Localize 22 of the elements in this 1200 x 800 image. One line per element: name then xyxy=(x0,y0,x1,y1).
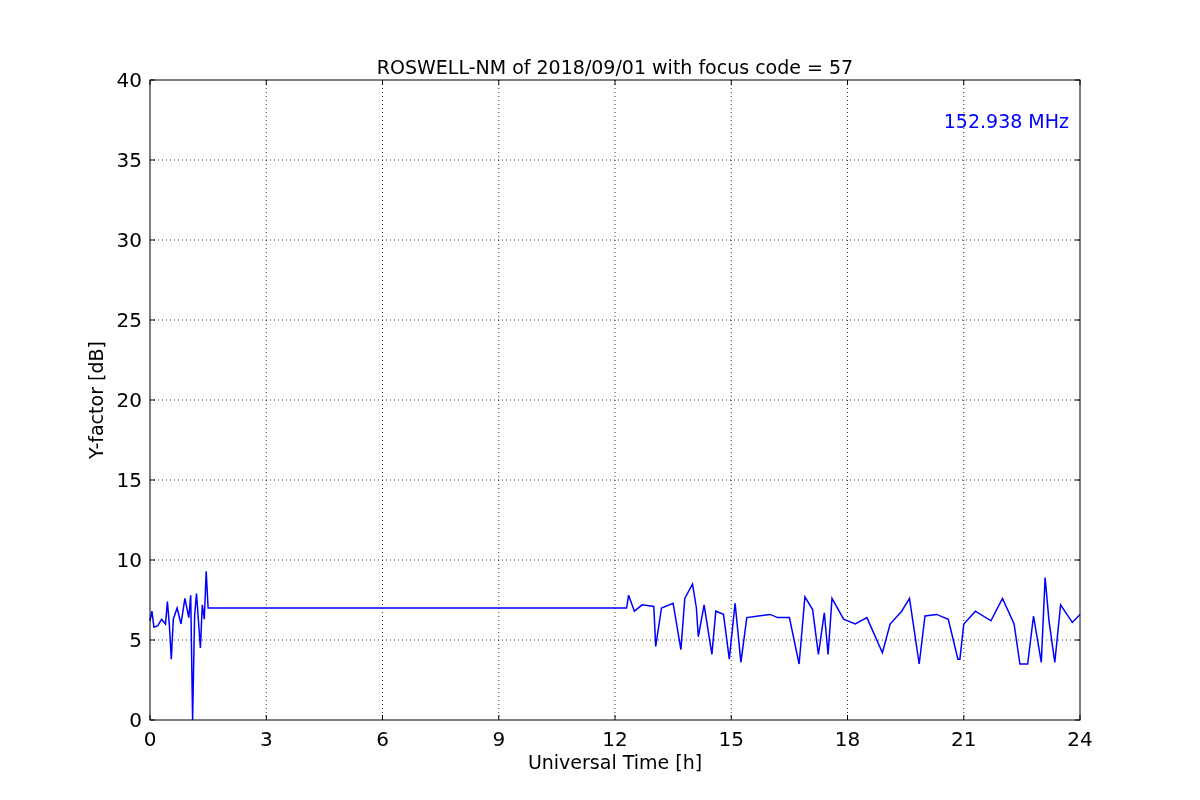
y-tick-label: 35 xyxy=(116,148,142,172)
y-tick-label: 5 xyxy=(129,628,142,652)
x-tick-label: 6 xyxy=(376,727,389,751)
x-tick-label: 0 xyxy=(143,727,157,751)
chart-title: ROSWELL-NM of 2018/09/01 with focus code = 57 xyxy=(376,56,854,78)
x-axis-label: Universal Time [h] xyxy=(527,751,703,773)
frequency-annotation: 152.938 MHz xyxy=(943,110,1069,132)
y-tick-label: 10 xyxy=(116,548,142,572)
x-tick-label: 9 xyxy=(492,727,506,751)
x-tick-label: 21 xyxy=(951,727,977,751)
y-tick-label: 25 xyxy=(116,308,142,332)
y-axis-label: Y-factor [dB] xyxy=(85,341,107,459)
y-tick-label: 40 xyxy=(116,68,142,92)
y-tick-label: 0 xyxy=(129,708,142,732)
x-tick-label: 15 xyxy=(718,727,744,751)
x-tick-label: 24 xyxy=(1067,727,1093,751)
y-tick-label: 20 xyxy=(116,388,142,412)
x-tick-label: 3 xyxy=(259,727,273,751)
y-tick-label: 30 xyxy=(116,228,142,252)
x-tick-label: 12 xyxy=(602,727,628,751)
y-tick-label: 15 xyxy=(116,468,142,492)
x-tick-label: 18 xyxy=(834,727,861,751)
